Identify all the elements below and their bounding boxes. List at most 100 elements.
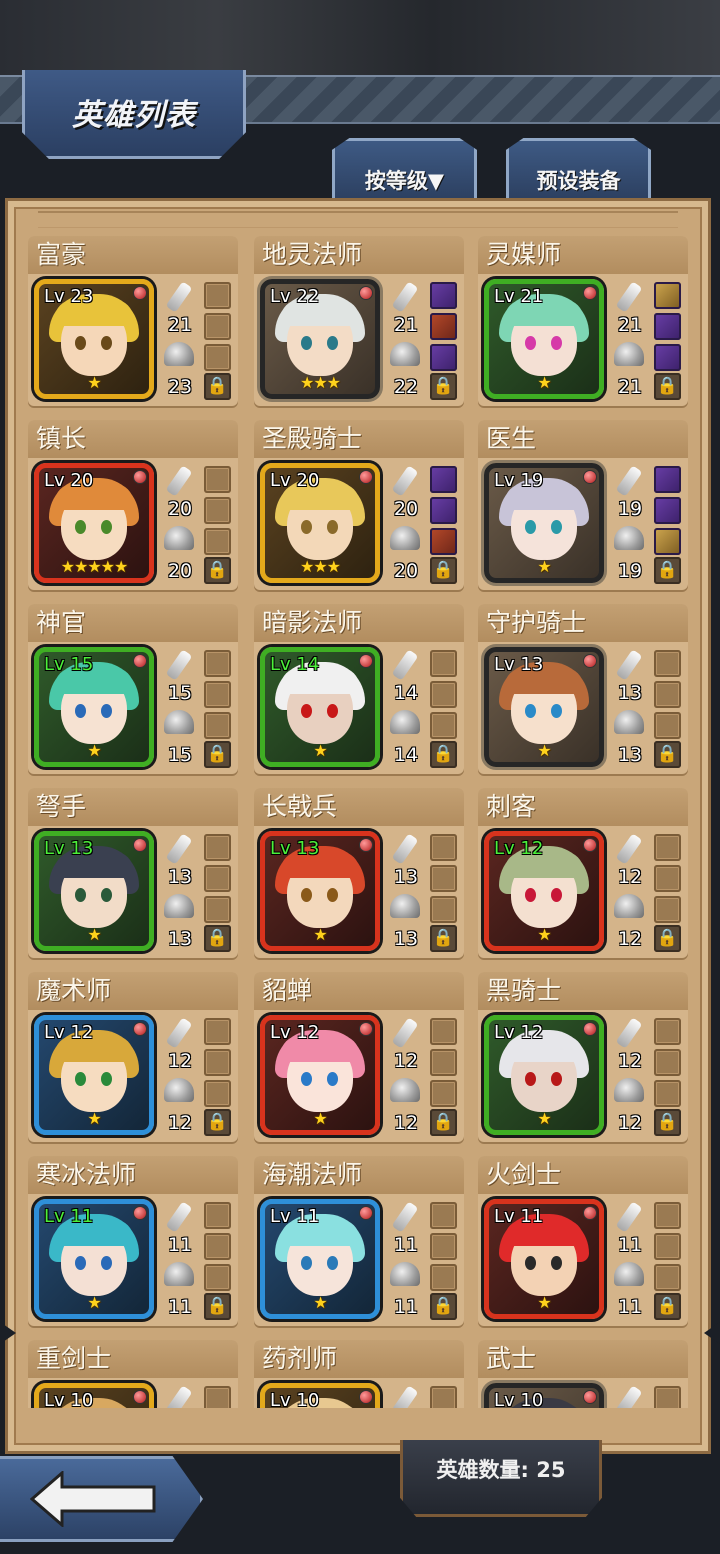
equipment-slot[interactable]	[430, 896, 457, 923]
hero-portrait[interactable]: Lv 20 ★★★★★	[34, 463, 154, 583]
equipment-slot[interactable]	[204, 313, 231, 340]
equipment-slot[interactable]	[430, 1386, 457, 1408]
equipment-slot[interactable]	[654, 1018, 681, 1045]
equipment-slot[interactable]	[204, 681, 231, 708]
hero-card[interactable]: 富豪 Lv 23 ★ 21 23 🔒	[28, 236, 238, 406]
hero-portrait[interactable]: Lv 22 ★★★	[260, 279, 380, 399]
equipment-slot[interactable]	[654, 313, 681, 340]
hero-portrait[interactable]: Lv 10	[484, 1383, 604, 1408]
hero-portrait[interactable]: Lv 12 ★	[484, 1015, 604, 1135]
hero-portrait[interactable]: Lv 20 ★★★	[260, 463, 380, 583]
equipment-slot[interactable]	[430, 1080, 457, 1107]
hero-portrait[interactable]: Lv 10	[34, 1383, 154, 1408]
hero-card[interactable]: 刺客 Lv 12 ★ 12 12 🔒	[478, 788, 688, 958]
hero-card[interactable]: 守护骑士 Lv 13 ★ 13 13 🔒	[478, 604, 688, 774]
equipment-slot[interactable]	[430, 282, 457, 309]
equipment-slot[interactable]	[654, 1386, 681, 1408]
equipment-slot[interactable]	[204, 650, 231, 677]
hero-card[interactable]: 医生 Lv 19 ★ 19 19 🔒	[478, 420, 688, 590]
equipment-slot[interactable]	[654, 1233, 681, 1260]
lock-icon[interactable]: 🔒	[430, 925, 457, 952]
hero-portrait[interactable]: Lv 19 ★	[484, 463, 604, 583]
lock-icon[interactable]: 🔒	[204, 925, 231, 952]
lock-icon[interactable]: 🔒	[204, 741, 231, 768]
hero-portrait[interactable]: Lv 14 ★	[260, 647, 380, 767]
hero-card[interactable]: 貂蝉 Lv 12 ★ 12 12 🔒	[254, 972, 464, 1142]
equipment-slot[interactable]	[204, 1049, 231, 1076]
hero-portrait[interactable]: Lv 21 ★	[484, 279, 604, 399]
hero-card[interactable]: 武士Lv 10🔒	[478, 1340, 688, 1408]
hero-portrait[interactable]: Lv 23 ★	[34, 279, 154, 399]
lock-icon[interactable]: 🔒	[654, 1293, 681, 1320]
hero-portrait[interactable]: Lv 12 ★	[34, 1015, 154, 1135]
lock-icon[interactable]: 🔒	[204, 1293, 231, 1320]
equipment-slot[interactable]	[204, 896, 231, 923]
sort-by-level-tab[interactable]: 按等级▼	[332, 138, 477, 204]
hero-portrait[interactable]: Lv 13 ★	[34, 831, 154, 951]
hero-portrait[interactable]: Lv 13 ★	[484, 647, 604, 767]
equipment-slot[interactable]	[204, 344, 231, 371]
lock-icon[interactable]: 🔒	[430, 373, 457, 400]
hero-card[interactable]: 重剑士Lv 10🔒	[28, 1340, 238, 1408]
equipment-slot[interactable]	[204, 282, 231, 309]
lock-icon[interactable]: 🔒	[430, 1109, 457, 1136]
equipment-slot[interactable]	[204, 865, 231, 892]
equipment-slot[interactable]	[654, 896, 681, 923]
equipment-slot[interactable]	[204, 1233, 231, 1260]
lock-icon[interactable]: 🔒	[430, 1293, 457, 1320]
hero-card[interactable]: 圣殿骑士 Lv 20 ★★★ 20 20 🔒	[254, 420, 464, 590]
equipment-slot[interactable]	[430, 528, 457, 555]
lock-icon[interactable]: 🔒	[654, 741, 681, 768]
lock-icon[interactable]: 🔒	[654, 1109, 681, 1136]
hero-card[interactable]: 黑骑士 Lv 12 ★ 12 12 🔒	[478, 972, 688, 1142]
hero-card[interactable]: 寒冰法师 Lv 11 ★ 11 11 🔒	[28, 1156, 238, 1326]
hero-grid[interactable]: 富豪 Lv 23 ★ 21 23 🔒 地灵法师 Lv 22 ★★★ 21 22 🔒 灵媒师 Lv 21 ★ 2…	[28, 236, 692, 1408]
hero-card[interactable]: 暗影法师 Lv 14 ★ 14 14 🔒	[254, 604, 464, 774]
back-button[interactable]	[0, 1456, 203, 1542]
hero-portrait[interactable]: Lv 12 ★	[484, 831, 604, 951]
hero-card[interactable]: 魔术师 Lv 12 ★ 12 12 🔒	[28, 972, 238, 1142]
equipment-slot[interactable]	[204, 1080, 231, 1107]
equipment-slot[interactable]	[654, 1264, 681, 1291]
lock-icon[interactable]: 🔒	[430, 741, 457, 768]
hero-portrait[interactable]: Lv 12 ★	[260, 1015, 380, 1135]
hero-card[interactable]: 镇长 Lv 20 ★★★★★ 20 20 🔒	[28, 420, 238, 590]
hero-portrait[interactable]: Lv 11 ★	[484, 1199, 604, 1319]
lock-icon[interactable]: 🔒	[654, 557, 681, 584]
lock-icon[interactable]: 🔒	[654, 373, 681, 400]
equipment-slot[interactable]	[654, 466, 681, 493]
equipment-slot[interactable]	[204, 712, 231, 739]
equipment-slot[interactable]	[654, 834, 681, 861]
equipment-slot[interactable]	[654, 681, 681, 708]
hero-card[interactable]: 药剂师Lv 10🔒	[254, 1340, 464, 1408]
hero-card[interactable]: 神官 Lv 15 ★ 15 15 🔒	[28, 604, 238, 774]
equipment-slot[interactable]	[204, 497, 231, 524]
lock-icon[interactable]: 🔒	[654, 925, 681, 952]
equipment-slot[interactable]	[430, 712, 457, 739]
hero-card[interactable]: 弩手 Lv 13 ★ 13 13 🔒	[28, 788, 238, 958]
equipment-slot[interactable]	[430, 834, 457, 861]
hero-portrait[interactable]: Lv 11 ★	[260, 1199, 380, 1319]
equipment-slot[interactable]	[654, 650, 681, 677]
hero-portrait[interactable]: Lv 15 ★	[34, 647, 154, 767]
equipment-slot[interactable]	[430, 344, 457, 371]
equipment-slot[interactable]	[654, 344, 681, 371]
equipment-slot[interactable]	[654, 865, 681, 892]
equipment-slot[interactable]	[204, 466, 231, 493]
hero-card[interactable]: 海潮法师 Lv 11 ★ 11 11 🔒	[254, 1156, 464, 1326]
lock-icon[interactable]: 🔒	[430, 557, 457, 584]
equipment-slot[interactable]	[654, 1202, 681, 1229]
equipment-slot[interactable]	[430, 1202, 457, 1229]
hero-card[interactable]: 地灵法师 Lv 22 ★★★ 21 22 🔒	[254, 236, 464, 406]
equipment-slot[interactable]	[430, 1233, 457, 1260]
equipment-slot[interactable]	[430, 466, 457, 493]
lock-icon[interactable]: 🔒	[204, 373, 231, 400]
equipment-slot[interactable]	[430, 865, 457, 892]
equipment-slot[interactable]	[204, 528, 231, 555]
lock-icon[interactable]: 🔒	[204, 1109, 231, 1136]
hero-portrait[interactable]: Lv 11 ★	[34, 1199, 154, 1319]
hero-portrait[interactable]: Lv 13 ★	[260, 831, 380, 951]
equipment-slot[interactable]	[654, 712, 681, 739]
equipment-slot[interactable]	[204, 1264, 231, 1291]
equipment-slot[interactable]	[430, 650, 457, 677]
